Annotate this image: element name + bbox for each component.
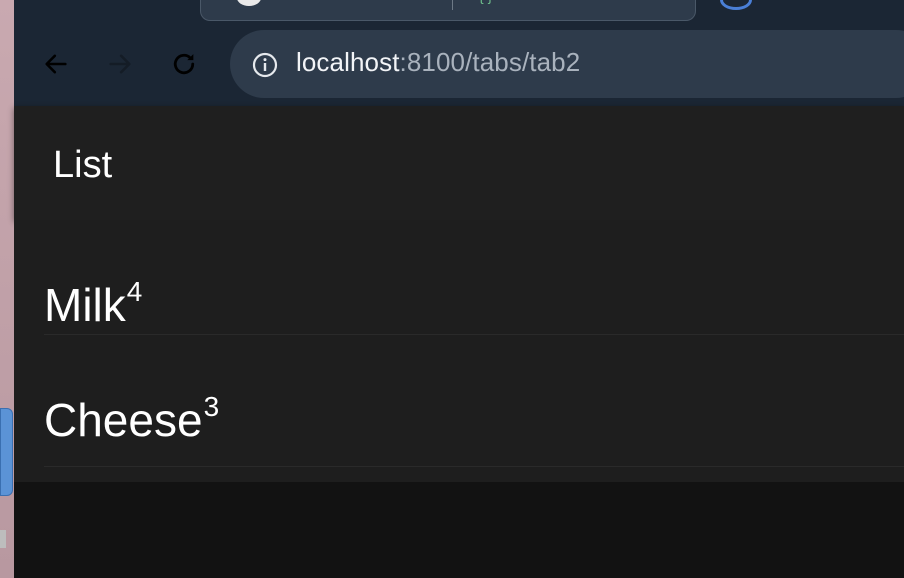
- list-item-label: Cheese3: [44, 391, 219, 447]
- desktop-background-edge: [0, 0, 14, 578]
- item-count: 4: [126, 276, 143, 307]
- reload-icon: [173, 53, 195, 75]
- list-item[interactable]: Cheese3: [44, 351, 904, 467]
- desktop-window-edge: [0, 408, 13, 496]
- browser-tab-strip: { }: [14, 0, 904, 24]
- item-count: 3: [203, 391, 220, 422]
- url-path: :8100/tabs/tab2: [399, 47, 581, 77]
- reload-button[interactable]: [164, 46, 204, 82]
- app-header: List: [14, 106, 904, 220]
- site-info-icon[interactable]: [252, 52, 278, 78]
- url-text[interactable]: localhost:8100/tabs/tab2: [296, 47, 580, 78]
- list-item[interactable]: Milk4: [44, 220, 904, 335]
- url-host: localhost: [296, 47, 400, 77]
- browser-tab-active[interactable]: { }: [200, 0, 696, 21]
- list-content: Milk4 Cheese3: [14, 220, 904, 482]
- list-item-label: Milk4: [44, 276, 142, 332]
- tab-favicon-google-icon[interactable]: [720, 0, 752, 10]
- browser-toolbar: localhost:8100/tabs/tab2: [14, 24, 904, 106]
- address-bar[interactable]: localhost:8100/tabs/tab2: [230, 30, 904, 98]
- forward-button[interactable]: [100, 46, 140, 82]
- tab-favicon-angular-icon: { }: [479, 0, 492, 4]
- back-button[interactable]: [36, 46, 76, 82]
- desktop-dock-edge: [0, 530, 6, 548]
- item-name: Cheese: [44, 394, 203, 446]
- page-title: List: [53, 144, 113, 186]
- item-name: Milk: [44, 279, 126, 331]
- arrow-left-icon: [45, 54, 67, 74]
- tab-favicon-icon: [237, 0, 261, 6]
- arrow-right-icon: [109, 54, 131, 74]
- tab-separator: [452, 0, 453, 10]
